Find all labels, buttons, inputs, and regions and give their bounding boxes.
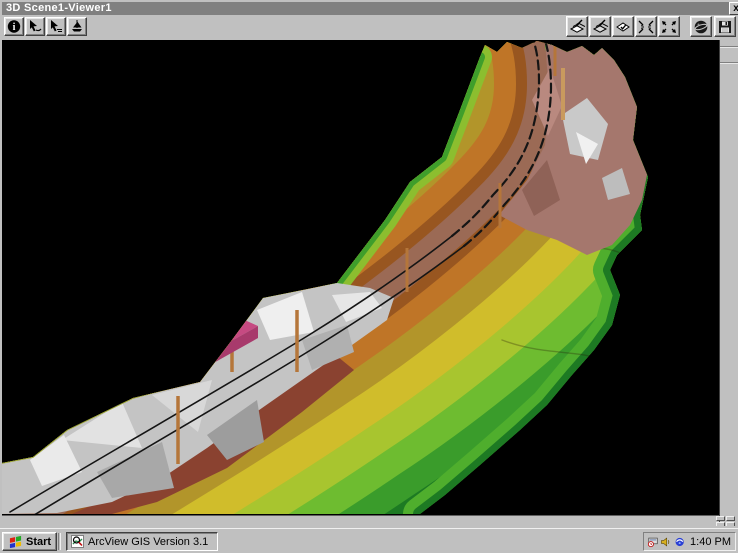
add-theme-button[interactable] [566,16,588,37]
fly-tool-button[interactable] [46,17,66,36]
close-icon: x [733,3,738,14]
expand-arrows-icon [660,19,678,35]
windows-flag-icon [8,535,23,548]
add-graphics-theme-button[interactable] [589,16,611,37]
taskbar-divider [58,533,61,550]
scene-viewport[interactable] [2,40,719,515]
window-right-border [719,40,738,528]
viewer-globe-button[interactable] [690,16,712,37]
sailboat-icon [69,19,85,34]
fly-cursor-icon [48,19,64,34]
add-graphics-theme-icon [591,19,609,35]
add-theme-icon [568,19,586,35]
task-button-arcview[interactable]: ArcView GIS Version 3.1 [66,532,218,551]
contract-arrows-icon [637,19,655,35]
right-border-groove [720,62,738,63]
window-bottom-border [2,515,719,528]
scheduler-icon[interactable] [647,534,658,550]
svg-text:i: i [13,22,16,33]
taskbar-clock: 1:40 PM [690,536,731,548]
title-bar[interactable]: 3D Scene1-Viewer1 [2,2,729,15]
start-label: Start [26,536,51,548]
floppy-disk-icon [716,19,734,35]
taskbar: Start ArcView GIS Version 3.1 1:40 PM [0,528,738,553]
globe-icon [692,19,710,35]
save-button[interactable] [714,16,736,37]
close-button[interactable]: x [729,2,738,15]
window-title: 3D Scene1-Viewer1 [6,2,112,14]
volume-icon[interactable] [660,534,671,550]
navigate-tool-button[interactable] [25,17,45,36]
navigate-cursor-icon [27,19,43,34]
identify-tool-button[interactable]: i [4,17,24,36]
sail-tool-button[interactable] [67,17,87,36]
task-button-label: ArcView GIS Version 3.1 [88,536,208,548]
zoom-full-extent-button[interactable] [658,16,680,37]
terrain-scene [2,40,719,515]
theme-properties-icon [614,19,632,35]
zoom-in-center-button[interactable] [635,16,657,37]
blue-orb-icon[interactable] [674,534,685,550]
identify-icon: i [6,19,22,34]
arcview-icon [71,535,84,548]
resize-grip[interactable] [716,516,736,528]
right-border-groove [720,46,738,47]
start-button[interactable]: Start [2,532,57,551]
system-tray: 1:40 PM [643,532,736,551]
theme-properties-button[interactable] [612,16,634,37]
